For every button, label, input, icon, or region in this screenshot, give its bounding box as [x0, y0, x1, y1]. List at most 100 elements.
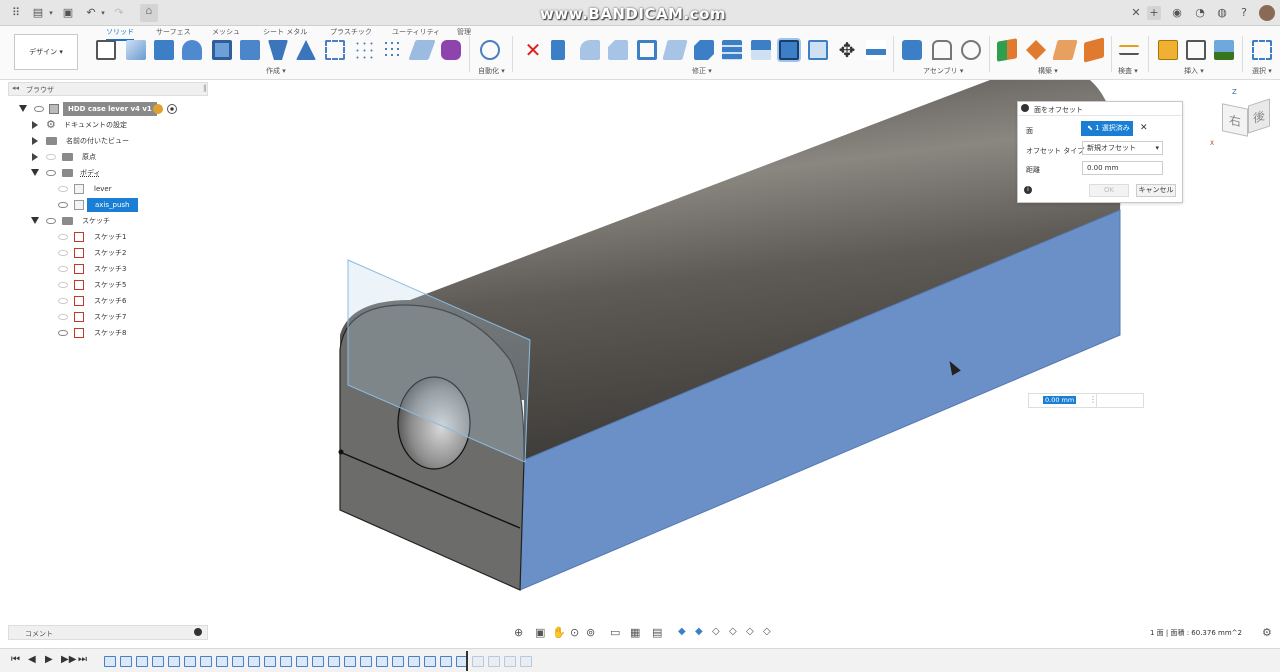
timeline-feature[interactable] — [184, 656, 196, 667]
move-copy-icon[interactable]: ✥ — [837, 40, 857, 60]
visual-style-edges-icon[interactable]: ◆ — [695, 626, 703, 637]
pattern-icon[interactable] — [325, 40, 345, 60]
timeline-marker[interactable] — [466, 651, 468, 671]
display-settings-icon[interactable]: ▭ — [610, 626, 620, 639]
delete-icon[interactable]: ✕ — [523, 40, 543, 60]
workspace-switcher[interactable]: デザイン ▾ — [14, 34, 78, 70]
visibility-eye-icon[interactable] — [46, 170, 56, 176]
create-group-label[interactable]: 作成 ▾ — [266, 66, 286, 76]
tab-mesh[interactable]: メッシュ — [212, 27, 240, 37]
timeline-feature[interactable] — [376, 656, 388, 667]
new-tab-icon[interactable]: + — [1147, 6, 1161, 20]
redo-icon[interactable]: ↷ — [112, 6, 126, 20]
timeline-next-icon[interactable]: ▶▶ — [61, 654, 76, 665]
plane-at-angle-icon[interactable] — [1026, 40, 1046, 60]
timeline-feature[interactable] — [168, 656, 180, 667]
ok-button[interactable]: OK — [1089, 184, 1129, 197]
tab-sheet-metal[interactable]: シート メタル — [263, 27, 307, 37]
mirror-icon[interactable] — [354, 40, 374, 60]
timeline-feature[interactable] — [488, 656, 500, 667]
tangent-plane-icon[interactable] — [1052, 40, 1078, 60]
modify-group-label[interactable]: 修正 ▾ — [692, 66, 712, 76]
timeline-feature[interactable] — [200, 656, 212, 667]
cube-face-right[interactable]: 右 — [1222, 103, 1248, 137]
automate-group-label[interactable]: 自動化 ▾ — [478, 66, 505, 76]
point-pattern-icon[interactable] — [383, 40, 403, 60]
offset-type-select[interactable]: 新規オフセット ▾ — [1082, 141, 1163, 155]
timeline-feature[interactable] — [360, 656, 372, 667]
timeline-feature[interactable] — [504, 656, 516, 667]
press-pull-icon[interactable] — [551, 40, 565, 60]
insert-svg-icon[interactable] — [1186, 40, 1206, 60]
visibility-eye-icon[interactable] — [34, 106, 44, 112]
clear-selection-icon[interactable]: ✕ — [1140, 123, 1148, 133]
combine-icon[interactable] — [722, 40, 742, 60]
split-face-icon[interactable] — [808, 40, 828, 60]
timeline-prev-icon[interactable]: ◀ — [28, 654, 36, 665]
timeline-feature[interactable] — [136, 656, 148, 667]
fillet-icon[interactable] — [580, 40, 600, 60]
save-icon[interactable]: ▣ — [61, 6, 75, 20]
sweep-icon[interactable] — [240, 40, 260, 60]
collapse-dialog-icon[interactable] — [1021, 104, 1029, 112]
add-comment-icon[interactable] — [194, 628, 202, 636]
create-sketch-icon[interactable] — [96, 40, 116, 60]
select-group-label[interactable]: 選択 ▾ — [1252, 66, 1272, 76]
timeline-feature[interactable] — [120, 656, 132, 667]
inline-blank-field[interactable] — [1096, 394, 1142, 407]
shell-icon[interactable] — [637, 40, 657, 60]
timeline-feature[interactable] — [216, 656, 228, 667]
visual-style-wire-icon[interactable]: ◇ — [729, 626, 737, 637]
align-icon[interactable] — [866, 40, 886, 60]
activate-radio-icon[interactable] — [167, 104, 177, 114]
timeline-first-icon[interactable]: ⏮ — [11, 654, 20, 665]
timeline-feature[interactable] — [328, 656, 340, 667]
app-grid-icon[interactable]: ⠿ — [9, 6, 23, 20]
insert-derive-icon[interactable] — [1158, 40, 1178, 60]
tree-item-named-views[interactable]: 名前の付いたビュー — [30, 134, 190, 148]
tree-item-body-lever[interactable]: lever — [56, 182, 186, 196]
inline-distance-value[interactable]: 0.00 mm — [1043, 396, 1077, 404]
timeline-feature[interactable] — [280, 656, 292, 667]
joint-icon[interactable] — [932, 40, 952, 60]
midplane-icon[interactable] — [1084, 37, 1104, 63]
collapse-browser-icon[interactable]: ◂◂ — [12, 84, 19, 92]
visual-style-shaded-icon[interactable]: ◆ — [678, 626, 686, 637]
timeline-feature[interactable] — [248, 656, 260, 667]
file-menu-icon[interactable]: ▤ — [31, 6, 45, 20]
loft-icon[interactable] — [268, 40, 288, 60]
timeline-feature[interactable] — [296, 656, 308, 667]
timeline-feature[interactable] — [312, 656, 324, 667]
visual-style-hidden-icon[interactable]: ◇ — [712, 626, 720, 637]
timeline-feature[interactable] — [232, 656, 244, 667]
collapse-arrow-icon[interactable] — [19, 105, 27, 112]
offset-plane-icon[interactable] — [997, 38, 1017, 62]
scale-icon[interactable] — [694, 40, 714, 60]
timeline-feature[interactable] — [472, 656, 484, 667]
close-tab-icon[interactable]: ✕ — [1129, 6, 1143, 20]
select-box-icon[interactable] — [1252, 40, 1272, 60]
face-selection-button[interactable]: ⬉ 1 選択済み — [1081, 121, 1133, 136]
timeline-last-icon[interactable]: ⏭ — [78, 654, 87, 665]
revolve-icon[interactable] — [182, 40, 202, 60]
inspect-group-label[interactable]: 検査 ▾ — [1118, 66, 1138, 76]
offset-face-icon[interactable] — [779, 40, 799, 60]
timeline-feature[interactable] — [408, 656, 420, 667]
notifications-icon[interactable]: ◍ — [1215, 6, 1229, 20]
info-icon[interactable]: i — [1024, 186, 1032, 194]
tree-item-sketch[interactable]: スケッチ1 — [56, 230, 186, 244]
expand-arrow-icon[interactable] — [32, 121, 38, 129]
visibility-eye-icon[interactable] — [58, 266, 68, 272]
visibility-eye-icon[interactable] — [58, 202, 68, 208]
orbit-icon[interactable]: ⊕ — [514, 626, 523, 639]
measure-icon[interactable] — [1119, 45, 1139, 55]
tree-item-sketch[interactable]: スケッチ6 — [56, 294, 186, 308]
tree-item-sketch[interactable]: スケッチ3 — [56, 262, 186, 276]
tab-solid[interactable]: ソリッド — [106, 27, 134, 41]
tree-item-doc-settings[interactable]: ⚙ ドキュメントの設定 — [30, 118, 190, 132]
settings-gear-icon[interactable]: ⚙ — [1262, 626, 1272, 639]
tree-item-sketch[interactable]: スケッチ8 — [56, 326, 186, 340]
job-status-icon[interactable]: ◔ — [1193, 6, 1207, 20]
dialog-header[interactable]: 面をオフセット — [1018, 102, 1182, 116]
timeline-feature[interactable] — [344, 656, 356, 667]
